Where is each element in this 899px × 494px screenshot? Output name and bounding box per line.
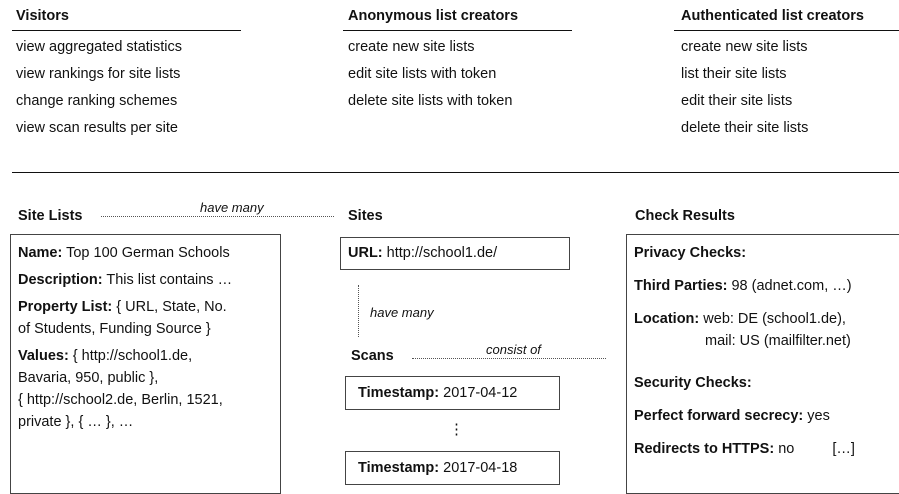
list-item: edit their site lists: [681, 93, 793, 109]
description-row: Description: This list contains …: [18, 272, 233, 288]
site-lists-sites-connector: [101, 216, 334, 217]
location-row-cont: mail: US (mailfilter.net): [705, 333, 851, 349]
values-row-cont: { http://school2.de, Berlin, 1521,: [18, 392, 223, 408]
url-row: URL: http://school1.de/: [348, 245, 498, 261]
values-row-cont: private }, { … }, …: [18, 414, 134, 430]
name-row: Name: Top 100 German Schools: [18, 245, 230, 261]
timestamp-row: Timestamp: 2017-04-12: [358, 385, 518, 401]
site-lists-title: Site Lists: [18, 208, 83, 224]
site-lists-relation: have many: [200, 200, 264, 215]
list-item: edit site lists with token: [348, 66, 497, 82]
anonymous-list: create new site lists edit site lists wi…: [348, 34, 512, 115]
anonymous-underline: [343, 30, 572, 31]
property-list-row: Property List: { URL, State, No.: [18, 299, 227, 315]
property-list-row-cont: of Students, Funding Source }: [18, 321, 211, 337]
sites-scans-connector: [358, 285, 359, 337]
values-row: Values: { http://school1.de,: [18, 348, 193, 364]
visitors-title: Visitors: [16, 8, 69, 24]
check-results-card: Privacy Checks: Third Parties: 98 (adnet…: [626, 234, 899, 494]
authenticated-title: Authenticated list creators: [681, 8, 864, 24]
list-item: change ranking schemes: [16, 93, 178, 109]
check-results-title: Check Results: [635, 208, 735, 224]
site-card: URL: http://school1.de/: [340, 237, 570, 270]
pfs-row: Perfect forward secrecy: yes: [634, 408, 830, 424]
anonymous-title: Anonymous list creators: [348, 8, 519, 24]
list-item: view aggregated statistics: [16, 39, 183, 55]
scans-title: Scans: [351, 348, 394, 364]
privacy-checks-heading: Privacy Checks:: [634, 245, 747, 261]
sites-title: Sites: [348, 208, 383, 224]
timestamp-row: Timestamp: 2017-04-18: [358, 460, 518, 476]
list-item: create new site lists: [681, 39, 808, 55]
list-item: create new site lists: [348, 39, 475, 55]
sites-relation: have many: [370, 305, 434, 320]
third-parties-row: Third Parties: 98 (adnet.com, …): [634, 278, 852, 294]
visitors-list: view aggregated statistics view rankings…: [16, 34, 182, 142]
scan-card-2: Timestamp: 2017-04-18: [345, 451, 560, 485]
scan-card-1: Timestamp: 2017-04-12: [345, 376, 560, 410]
site-list-card: Name: Top 100 German Schools Description…: [10, 234, 281, 494]
list-item: delete site lists with token: [348, 93, 513, 109]
section-divider: [12, 172, 899, 173]
visitors-underline: [12, 30, 241, 31]
location-row: Location: web: DE (school1.de),: [634, 311, 846, 327]
list-item: view rankings for site lists: [16, 66, 181, 82]
list-item: delete their site lists: [681, 120, 809, 136]
authenticated-underline: [674, 30, 899, 31]
scans-checks-connector: [412, 358, 606, 359]
scans-relation: consist of: [486, 342, 541, 357]
more-indicator: […]: [832, 441, 855, 457]
list-item: view scan results per site: [16, 120, 178, 136]
security-checks-heading: Security Checks:: [634, 375, 752, 391]
scans-ellipsis: ⋮: [449, 421, 464, 438]
list-item: list their site lists: [681, 66, 787, 82]
authenticated-list: create new site lists list their site li…: [681, 34, 808, 142]
values-row-cont: Bavaria, 950, public },: [18, 370, 159, 386]
https-row: Redirects to HTTPS: no […]: [634, 441, 855, 457]
